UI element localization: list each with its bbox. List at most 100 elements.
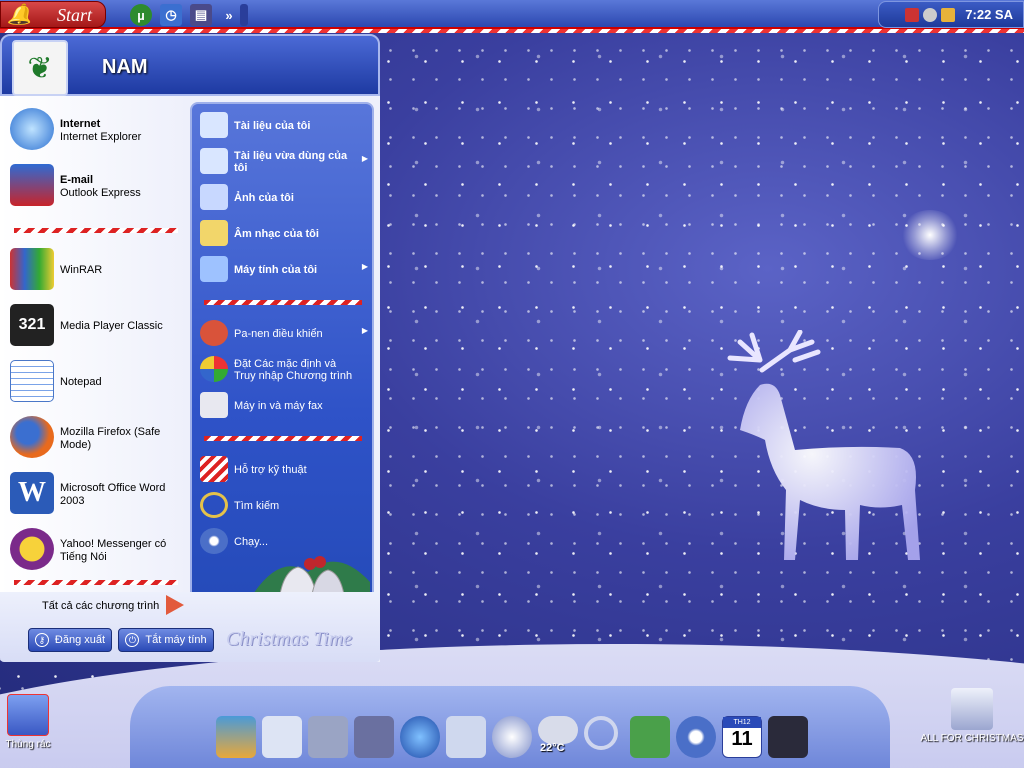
utorrent-icon[interactable]: µ — [130, 4, 152, 26]
system-tray: 7:22 SA — [878, 1, 1024, 28]
photos-icon[interactable] — [216, 716, 256, 758]
notepad-icon — [10, 360, 54, 402]
recent-documents-icon — [200, 148, 228, 174]
christmas-time-text: Christmas Time — [226, 628, 353, 650]
pinned-item-internet[interactable]: Internet Internet Explorer — [0, 104, 190, 154]
place-recent-documents[interactable]: Tài liệu vừa dùng của tôi ▶ — [198, 144, 370, 176]
recent-label: WinRAR — [60, 264, 103, 276]
taskbar: 🔔 Start µ ◷ ▤ » 7:22 SA — [0, 0, 1024, 33]
recent-item-word[interactable]: W Microsoft Office Word 2003 — [0, 468, 190, 518]
submenu-arrow-icon: ▶ — [361, 326, 368, 335]
camera-icon[interactable] — [308, 716, 348, 758]
place-label: Tài liệu vừa dùng của tôi — [234, 150, 348, 174]
deer-silhouette — [727, 330, 920, 560]
place-label: Âm nhạc của tôi — [234, 228, 319, 240]
place-my-documents[interactable]: Tài liệu của tôi — [198, 108, 370, 140]
logoff-label: Đăng xuất — [54, 634, 106, 646]
globe-icon[interactable] — [400, 716, 440, 758]
place-my-computer[interactable]: Máy tính của tôi ▶ — [198, 252, 370, 284]
documents-icon — [200, 112, 228, 138]
submenu-arrow-icon: ▶ — [361, 154, 368, 163]
music-icon — [200, 220, 228, 246]
recent-item-firefox[interactable]: Mozilla Firefox (Safe Mode) — [0, 412, 190, 462]
start-button[interactable]: 🔔 Start — [0, 1, 106, 28]
start-label: Start — [57, 5, 93, 25]
recent-label: Microsoft Office Word 2003 — [60, 482, 166, 507]
separator — [204, 436, 362, 441]
place-label: Máy tính của tôi — [234, 264, 318, 276]
avatar[interactable]: ❦ — [12, 40, 68, 96]
chevron-more-icon[interactable]: » — [218, 4, 240, 26]
recent-label: Yahoo! Messenger có Tiếng Nói — [60, 538, 167, 563]
word-icon: W — [10, 472, 54, 514]
calendar-month: TH12 — [723, 717, 761, 728]
run-icon — [200, 528, 228, 554]
control-panel-icon — [200, 320, 228, 346]
disc-icon[interactable] — [492, 716, 532, 758]
system-control-panel[interactable]: Pa-nen điều khiển ▶ — [198, 316, 370, 348]
printer-icon — [200, 392, 228, 418]
separator — [204, 300, 362, 305]
winrar-icon — [10, 248, 54, 290]
username: NAM — [102, 56, 148, 78]
recent-label: Mozilla Firefox (Safe Mode) — [60, 426, 161, 451]
pinned-title: Internet — [60, 118, 101, 130]
tool-search[interactable]: Tìm kiếm — [198, 488, 370, 520]
tool-label: Tìm kiếm — [234, 500, 280, 512]
security-icon[interactable] — [941, 8, 955, 22]
dragon-icon[interactable] — [630, 716, 670, 758]
christmas-folder[interactable]: ALL FOR CHRISTMAS — [920, 688, 1024, 744]
outlook-express-icon — [10, 164, 54, 206]
music-stack-icon[interactable] — [354, 716, 394, 758]
tool-label: Hỗ trợ kỹ thuật — [234, 464, 307, 476]
recent-label: Media Player Classic — [60, 320, 163, 332]
start-menu: ❦ NAM Internet Internet Explorer E-mail … — [0, 34, 380, 662]
dark-app-icon[interactable] — [768, 716, 808, 758]
start-menu-header: ❦ NAM — [0, 34, 380, 96]
place-my-music[interactable]: Âm nhạc của tôi — [198, 216, 370, 248]
app-shortcut-icon[interactable]: ▤ — [190, 4, 212, 26]
submenu-arrow-icon: ▶ — [361, 262, 368, 271]
network-icon[interactable] — [905, 8, 919, 22]
documents-stack-icon[interactable] — [262, 716, 302, 758]
separator — [14, 580, 178, 585]
system-label: Pa-nen điều khiển — [234, 328, 323, 340]
pinned-subtitle: Internet Explorer — [60, 131, 142, 143]
system-printers[interactable]: Máy in và máy fax — [198, 388, 370, 420]
shutdown-label: Tắt máy tính — [145, 634, 207, 646]
mail-icon[interactable] — [446, 716, 486, 758]
star-glow — [900, 210, 960, 260]
recent-item-winrar[interactable]: WinRAR — [0, 244, 190, 294]
pinned-subtitle: Outlook Express — [60, 187, 141, 199]
recycle-bin-label: Thùng rác — [5, 739, 51, 750]
tool-help[interactable]: Hỗ trợ kỹ thuật — [198, 452, 370, 484]
programs-column: Internet Internet Explorer E-mail Outloo… — [0, 96, 190, 596]
recent-item-notepad[interactable]: Notepad — [0, 356, 190, 406]
toolbar-grip-icon[interactable] — [240, 4, 248, 26]
magnifier-icon[interactable] — [584, 716, 618, 750]
search-icon — [200, 492, 228, 518]
volume-icon[interactable] — [923, 8, 937, 22]
firefox-icon — [10, 416, 54, 458]
clock[interactable]: 7:22 SA — [965, 7, 1013, 22]
computer-icon — [200, 256, 228, 282]
yahoo-messenger-icon — [10, 528, 54, 570]
places-panel: Tài liệu của tôi Tài liệu vừa dùng của t… — [190, 102, 374, 618]
pinned-item-email[interactable]: E-mail Outlook Express — [0, 160, 190, 210]
recent-item-media-player-classic[interactable]: 321 Media Player Classic — [0, 300, 190, 350]
all-programs[interactable]: Tất cả các chương trình — [42, 600, 159, 612]
place-my-pictures[interactable]: Ảnh của tôi — [198, 180, 370, 212]
recent-item-yahoo-messenger[interactable]: Yahoo! Messenger có Tiếng Nói — [0, 524, 190, 574]
pictures-icon — [200, 184, 228, 210]
logoff-button[interactable]: ⚷ Đăng xuất — [28, 628, 112, 652]
recycle-bin[interactable]: Thùng rác — [0, 694, 56, 750]
media-player-classic-icon: 321 — [10, 304, 54, 346]
weather-temp: 22°C — [540, 742, 565, 754]
calendar-icon[interactable]: TH12 11 — [722, 716, 762, 758]
shutdown-button[interactable]: ⏻ Tắt máy tính — [118, 628, 214, 652]
system-label: Đặt Các mặc định và Truy nhập Chương trì… — [234, 358, 353, 382]
system-program-defaults[interactable]: Đặt Các mặc định và Truy nhập Chương trì… — [198, 352, 370, 384]
weather-widget[interactable]: 22°C — [538, 716, 578, 758]
settings-icon[interactable] — [676, 716, 716, 758]
clock-app-icon[interactable]: ◷ — [160, 4, 182, 26]
